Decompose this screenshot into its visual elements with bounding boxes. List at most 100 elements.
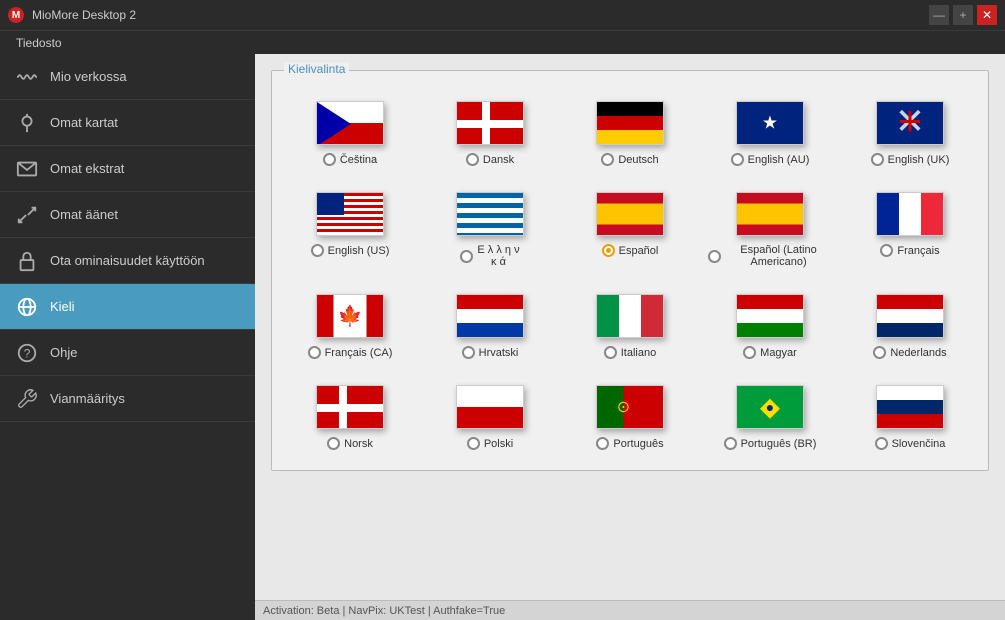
flag-container-en-uk bbox=[874, 99, 946, 147]
language-item-en-us[interactable]: English (US) bbox=[284, 182, 416, 276]
radio-row-hr: Hrvatski bbox=[462, 346, 519, 359]
title-bar: M MioMore Desktop 2 — + ✕ bbox=[0, 0, 1005, 30]
radio-it[interactable] bbox=[604, 346, 617, 359]
language-item-cs[interactable]: Čeština bbox=[284, 91, 416, 174]
radio-es[interactable] bbox=[602, 244, 615, 257]
flag-container-cs bbox=[314, 99, 386, 147]
radio-es-la[interactable] bbox=[708, 250, 721, 263]
radio-row-nl: Nederlands bbox=[873, 346, 946, 359]
language-item-fr[interactable]: Français bbox=[844, 182, 976, 276]
flag-container-it bbox=[594, 292, 666, 340]
nav-label-kieli: Kieli bbox=[50, 299, 75, 314]
language-item-de[interactable]: Deutsch bbox=[564, 91, 696, 174]
flag-container-fr bbox=[874, 190, 946, 238]
radio-pt-br[interactable] bbox=[724, 437, 737, 450]
language-item-pt-br[interactable]: Português (BR) bbox=[704, 375, 836, 458]
radio-cs[interactable] bbox=[323, 153, 336, 166]
lang-label-el: Ε λ λ η ν κ ά bbox=[477, 244, 519, 268]
radio-hr[interactable] bbox=[462, 346, 475, 359]
language-item-pl[interactable]: Polski bbox=[424, 375, 556, 458]
flag-container-pt-br bbox=[734, 383, 806, 431]
maximize-button[interactable]: + bbox=[953, 5, 973, 25]
sidebar-item-omat-ekstrat[interactable]: Omat ekstrat bbox=[0, 146, 255, 192]
content-area: Kielivalinta Čeština Dansk Deutsch English … bbox=[255, 54, 1005, 620]
sidebar-item-kieli[interactable]: Kieli bbox=[0, 284, 255, 330]
language-item-hu[interactable]: Magyar bbox=[704, 284, 836, 367]
flag-hr bbox=[456, 294, 524, 338]
sidebar-item-ota-ominaisuudet[interactable]: Ota ominaisuudet käyttöön bbox=[0, 238, 255, 284]
radio-row-cs: Čeština bbox=[323, 153, 377, 166]
minimize-button[interactable]: — bbox=[929, 5, 949, 25]
menu-tiedosto[interactable]: Tiedosto bbox=[8, 34, 70, 52]
sidebar: Mio verkossa Omat kartat Omat ekstrat bbox=[0, 54, 255, 620]
close-button[interactable]: ✕ bbox=[977, 5, 997, 25]
flag-container-es-la bbox=[734, 190, 806, 238]
sidebar-item-vianmaaritys[interactable]: Vianmääritys bbox=[0, 376, 255, 422]
flag-fr bbox=[876, 192, 944, 236]
language-item-da[interactable]: Dansk bbox=[424, 91, 556, 174]
globe-icon bbox=[16, 296, 38, 318]
nav-label-omat-kartat: Omat kartat bbox=[50, 115, 118, 130]
radio-el[interactable] bbox=[460, 250, 473, 263]
sidebar-item-ohje[interactable]: ? Ohje bbox=[0, 330, 255, 376]
lang-label-sk: Slovenčina bbox=[892, 438, 946, 450]
transfer-icon bbox=[16, 204, 38, 226]
language-item-it[interactable]: Italiano bbox=[564, 284, 696, 367]
lang-label-it: Italiano bbox=[621, 347, 656, 359]
nav-label-ota-ominaisuudet: Ota ominaisuudet käyttöön bbox=[50, 253, 205, 268]
flag-pt-br bbox=[736, 385, 804, 429]
flag-da bbox=[456, 101, 524, 145]
language-item-es[interactable]: Español bbox=[564, 182, 696, 276]
lang-label-en-au: English (AU) bbox=[748, 154, 810, 166]
radio-pl[interactable] bbox=[467, 437, 480, 450]
lang-label-nl: Nederlands bbox=[890, 347, 946, 359]
language-grid: Čeština Dansk Deutsch English (AU) English (… bbox=[284, 91, 976, 458]
radio-row-de: Deutsch bbox=[601, 153, 658, 166]
lang-label-cs: Čeština bbox=[340, 154, 377, 166]
sidebar-item-mio-verkossa[interactable]: Mio verkossa bbox=[0, 54, 255, 100]
radio-row-hu: Magyar bbox=[743, 346, 797, 359]
flag-container-en-us bbox=[314, 190, 386, 238]
flag-es-la bbox=[736, 192, 804, 236]
title-bar-left: M MioMore Desktop 2 bbox=[8, 7, 136, 23]
radio-en-uk[interactable] bbox=[871, 153, 884, 166]
language-item-en-uk[interactable]: English (UK) bbox=[844, 91, 976, 174]
language-item-fr-ca[interactable]: Français (CA) bbox=[284, 284, 416, 367]
lang-label-pl: Polski bbox=[484, 438, 513, 450]
radio-de[interactable] bbox=[601, 153, 614, 166]
radio-pt[interactable] bbox=[596, 437, 609, 450]
flag-container-de bbox=[594, 99, 666, 147]
flag-container-hr bbox=[454, 292, 526, 340]
flag-no bbox=[316, 385, 384, 429]
flag-cs bbox=[316, 101, 384, 145]
question-icon: ? bbox=[16, 342, 38, 364]
radio-nl[interactable] bbox=[873, 346, 886, 359]
flag-container-el bbox=[454, 190, 526, 238]
radio-row-en-us: English (US) bbox=[311, 244, 390, 257]
language-item-hr[interactable]: Hrvatski bbox=[424, 284, 556, 367]
radio-sk[interactable] bbox=[875, 437, 888, 450]
lang-label-fr-ca: Français (CA) bbox=[325, 347, 393, 359]
language-item-en-au[interactable]: English (AU) bbox=[704, 91, 836, 174]
radio-fr[interactable] bbox=[880, 244, 893, 257]
language-item-sk[interactable]: Slovenčina bbox=[844, 375, 976, 458]
language-item-es-la[interactable]: Español (Latino Americano) bbox=[704, 182, 836, 276]
lang-label-no: Norsk bbox=[344, 438, 373, 450]
panel-title: Kielivalinta bbox=[284, 62, 349, 76]
radio-no[interactable] bbox=[327, 437, 340, 450]
sidebar-item-omat-aanet[interactable]: Omat äänet bbox=[0, 192, 255, 238]
language-item-pt[interactable]: Português bbox=[564, 375, 696, 458]
content-scroll[interactable]: Kielivalinta Čeština Dansk Deutsch English … bbox=[255, 54, 1005, 600]
radio-da[interactable] bbox=[466, 153, 479, 166]
radio-en-us[interactable] bbox=[311, 244, 324, 257]
language-item-nl[interactable]: Nederlands bbox=[844, 284, 976, 367]
language-item-no[interactable]: Norsk bbox=[284, 375, 416, 458]
radio-en-au[interactable] bbox=[731, 153, 744, 166]
flag-container-nl bbox=[874, 292, 946, 340]
radio-hu[interactable] bbox=[743, 346, 756, 359]
sidebar-item-omat-kartat[interactable]: Omat kartat bbox=[0, 100, 255, 146]
flag-el bbox=[456, 192, 524, 236]
language-item-el[interactable]: Ε λ λ η ν κ ά bbox=[424, 182, 556, 276]
radio-fr-ca[interactable] bbox=[308, 346, 321, 359]
flag-container-da bbox=[454, 99, 526, 147]
